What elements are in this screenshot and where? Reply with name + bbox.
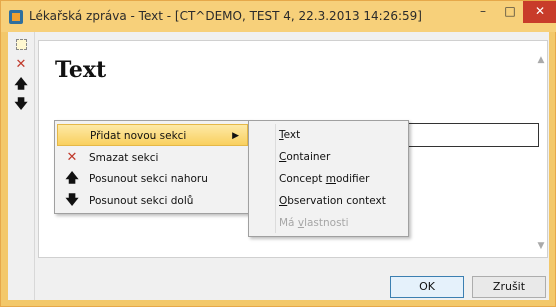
delete-icon: ✕	[66, 150, 78, 165]
section-title: Text	[55, 57, 107, 83]
arrow-up-icon: 🡅	[65, 171, 79, 186]
menu-item-label: Posunout sekci nahoru	[89, 173, 208, 185]
cancel-button[interactable]: Zrušit	[472, 276, 546, 298]
move-down-icon[interactable]: 🡇	[12, 96, 30, 114]
submenu-arrow-icon: ▶	[232, 131, 239, 141]
close-button[interactable]: ✕	[523, 1, 556, 23]
submenu-item-properties: Má vlastnosti	[279, 217, 349, 229]
app-window: Lékařská zpráva - Text - [CT^DEMO, TEST …	[0, 0, 556, 307]
menu-item-move-up[interactable]: 🡅 Posunout sekci nahoru	[57, 168, 248, 190]
delete-section-icon[interactable]: ✕	[12, 56, 30, 74]
context-menu: Přidat novou sekci ▶ ✕ Smazat sekci 🡅 Po…	[54, 120, 251, 214]
submenu-item-concept-modifier[interactable]: Concept modifier	[279, 168, 405, 190]
new-section-icon	[15, 39, 27, 50]
submenu-item-text[interactable]: Text	[279, 124, 405, 146]
app-icon	[9, 10, 23, 24]
arrow-down-icon: 🡇	[65, 193, 79, 208]
move-up-icon[interactable]: 🡅	[12, 76, 30, 94]
window-title: Lékařská zpráva - Text - [CT^DEMO, TEST …	[29, 9, 422, 23]
menu-item-delete-section[interactable]: ✕ Smazat sekci	[57, 147, 248, 169]
scroll-up-icon[interactable]: ▲	[535, 55, 547, 65]
menu-item-label: Posunout sekci dolů	[89, 195, 194, 207]
minimize-button[interactable]: –	[469, 1, 497, 23]
new-section-button[interactable]	[12, 36, 30, 54]
menu-item-add-section[interactable]: Přidat novou sekci ▶	[57, 124, 248, 146]
maximize-button[interactable]: □	[497, 1, 523, 23]
title-bar[interactable]: Lékařská zpráva - Text - [CT^DEMO, TEST …	[1, 1, 556, 32]
submenu-item-container[interactable]: Container	[279, 146, 405, 168]
menu-item-label: Smazat sekci	[89, 152, 159, 164]
ok-button[interactable]: OK	[390, 276, 464, 298]
add-section-submenu: Text Container Concept modifier Observat…	[248, 120, 409, 237]
menu-item-move-down[interactable]: 🡇 Posunout sekci dolů	[57, 190, 248, 212]
button-bar: OK Zrušit	[38, 260, 548, 300]
menu-item-label: Přidat novou sekci	[90, 130, 187, 142]
submenu-item-observation-context[interactable]: Observation context	[279, 190, 405, 212]
scroll-down-icon[interactable]: ▼	[535, 241, 547, 251]
section-toolbar: ✕ 🡅 🡇	[8, 32, 35, 300]
